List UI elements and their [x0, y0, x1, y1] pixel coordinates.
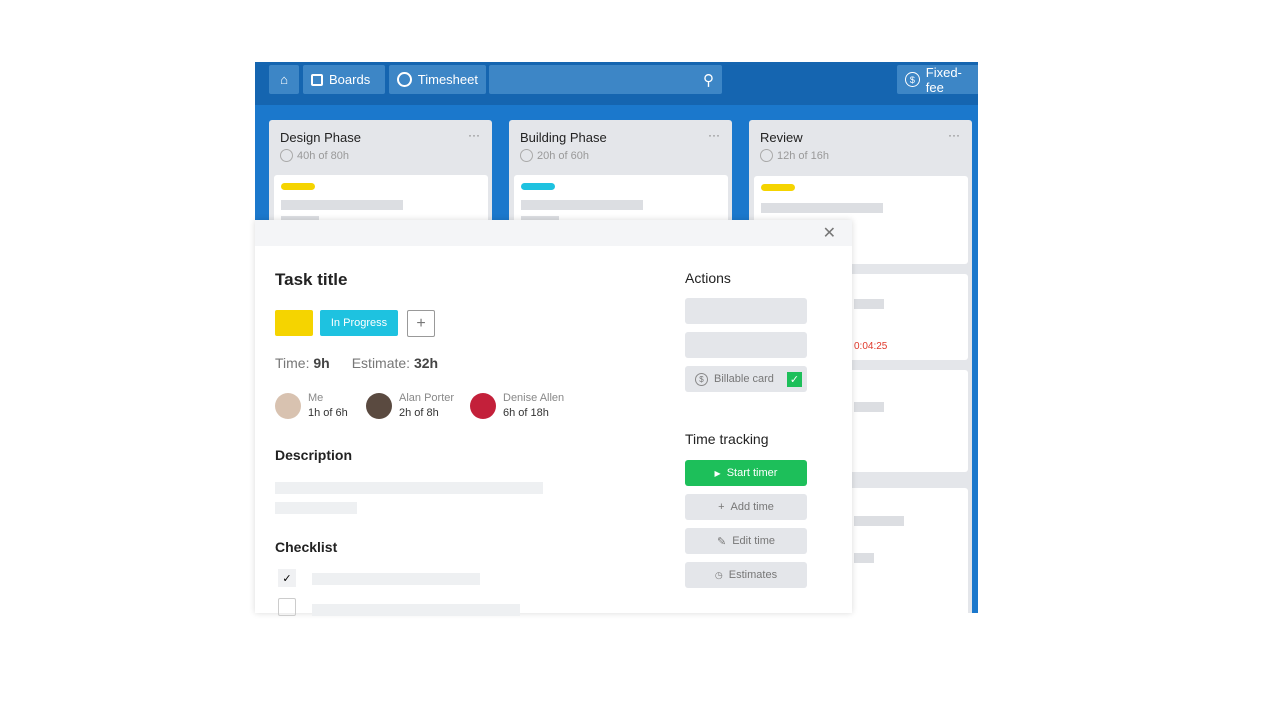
time-tracking-heading: Time tracking [685, 431, 769, 447]
gauge-icon [520, 149, 533, 162]
fixed-fee-button[interactable]: $ Fixed-fee [897, 64, 978, 95]
pencil-icon: ✎ [716, 535, 727, 548]
checklist-heading: Checklist [275, 539, 338, 555]
description-heading: Description [275, 447, 353, 463]
close-icon[interactable]: ✕ [823, 223, 836, 243]
search-input[interactable]: ⚲ [489, 65, 722, 94]
card-title-placeholder [854, 516, 904, 526]
billable-label: Billable card [714, 373, 774, 385]
play-icon: ▶ [714, 468, 721, 478]
avatar [275, 392, 301, 419]
estimates-button[interactable]: ◷ Estimates [685, 562, 807, 588]
member-hours: 2h of 8h [399, 407, 439, 419]
timesheet-label: Timesheet [417, 72, 478, 87]
list-title: Review [760, 130, 803, 145]
description-placeholder[interactable] [275, 482, 543, 494]
card-title-placeholder [521, 200, 643, 210]
member-hours: 6h of 18h [503, 407, 549, 419]
start-timer-label: Start timer [726, 467, 778, 479]
avatar [470, 392, 496, 419]
start-timer-button[interactable]: ▶ Start timer [685, 460, 807, 486]
card-meta-placeholder [854, 553, 874, 563]
member[interactable]: Alan Porter 2h of 8h [366, 392, 454, 419]
list-title: Building Phase [520, 130, 607, 145]
description-placeholder[interactable] [275, 502, 357, 514]
list-menu-button[interactable]: ··· [948, 128, 960, 142]
boards-button[interactable]: Boards [303, 65, 385, 94]
card-label [281, 183, 315, 190]
label-in-progress[interactable]: In Progress [320, 310, 398, 336]
search-icon: ⚲ [703, 71, 714, 89]
billable-checkbox[interactable]: ✓ [787, 371, 802, 387]
action-button[interactable] [685, 332, 807, 358]
add-label-button[interactable]: + [407, 310, 435, 337]
add-time-label: Add time [730, 501, 774, 513]
estimate-label: Estimate: [351, 355, 411, 371]
home-icon: ⌂ [280, 72, 288, 87]
list-hours: 12h of 16h [777, 149, 829, 162]
gauge-icon [280, 149, 293, 162]
card-title-placeholder [854, 402, 884, 412]
billable-card-toggle[interactable]: $ Billable card ✓ [685, 366, 807, 392]
card-label [521, 183, 555, 190]
boards-label: Boards [329, 72, 371, 87]
actions-heading: Actions [685, 270, 731, 286]
member-name: Denise Allen [503, 392, 565, 404]
clock-icon: ◷ [714, 569, 723, 580]
timesheet-button[interactable]: Timesheet [389, 65, 486, 94]
add-time-button[interactable]: + Add time [685, 494, 807, 520]
estimates-label: Estimates [728, 569, 778, 581]
card-label [761, 184, 795, 191]
check-icon: ✓ [282, 572, 292, 585]
checklist-item-placeholder [312, 604, 520, 616]
checklist-checkbox-checked[interactable]: ✓ [278, 569, 296, 587]
clock-icon [397, 72, 412, 87]
time-summary: Time: 9h Estimate: 32h [275, 355, 438, 371]
card-timer: 0:04:25 [854, 341, 888, 352]
time-label: Time: [275, 355, 310, 371]
card-title-placeholder [854, 299, 884, 309]
list-hours: 20h of 60h [537, 149, 589, 162]
gauge-icon [760, 149, 773, 162]
member-hours: 1h of 6h [308, 407, 348, 419]
list-menu-button[interactable]: ··· [468, 128, 480, 142]
estimate-value: 32h [413, 355, 439, 371]
home-button[interactable]: ⌂ [269, 65, 299, 94]
dollar-icon: $ [905, 72, 920, 87]
checklist-checkbox[interactable] [278, 598, 296, 616]
list-menu-button[interactable]: ··· [708, 128, 720, 142]
card-title-placeholder [761, 203, 883, 213]
edit-time-button[interactable]: ✎ Edit time [685, 528, 807, 554]
plus-icon: + [718, 501, 725, 513]
dollar-icon: $ [695, 372, 708, 386]
avatar [366, 392, 392, 419]
card-title-placeholder [281, 200, 403, 210]
list-title: Design Phase [280, 130, 361, 145]
list-hours: 40h of 80h [297, 149, 349, 162]
member[interactable]: Me 1h of 6h [275, 392, 348, 419]
task-title[interactable]: Task title [275, 270, 347, 290]
action-button[interactable] [685, 298, 807, 324]
modal-header: ✕ [255, 220, 852, 246]
fixed-fee-label: Fixed-fee [925, 64, 962, 95]
edit-time-label: Edit time [732, 535, 775, 547]
time-value: 9h [313, 355, 330, 371]
card-detail-modal: ✕ Task title In Progress + Time: 9h Estim… [255, 220, 852, 616]
member-name: Me [308, 392, 324, 404]
plus-icon: + [416, 314, 426, 332]
boards-icon [311, 73, 323, 86]
checklist-item-placeholder [312, 573, 480, 585]
label-yellow[interactable] [275, 310, 313, 336]
top-nav: ⌂ Boards Timesheet ⚲ $ Fixed-fee [255, 62, 978, 105]
member[interactable]: Denise Allen 6h of 18h [470, 392, 564, 419]
member-name: Alan Porter [399, 392, 455, 404]
